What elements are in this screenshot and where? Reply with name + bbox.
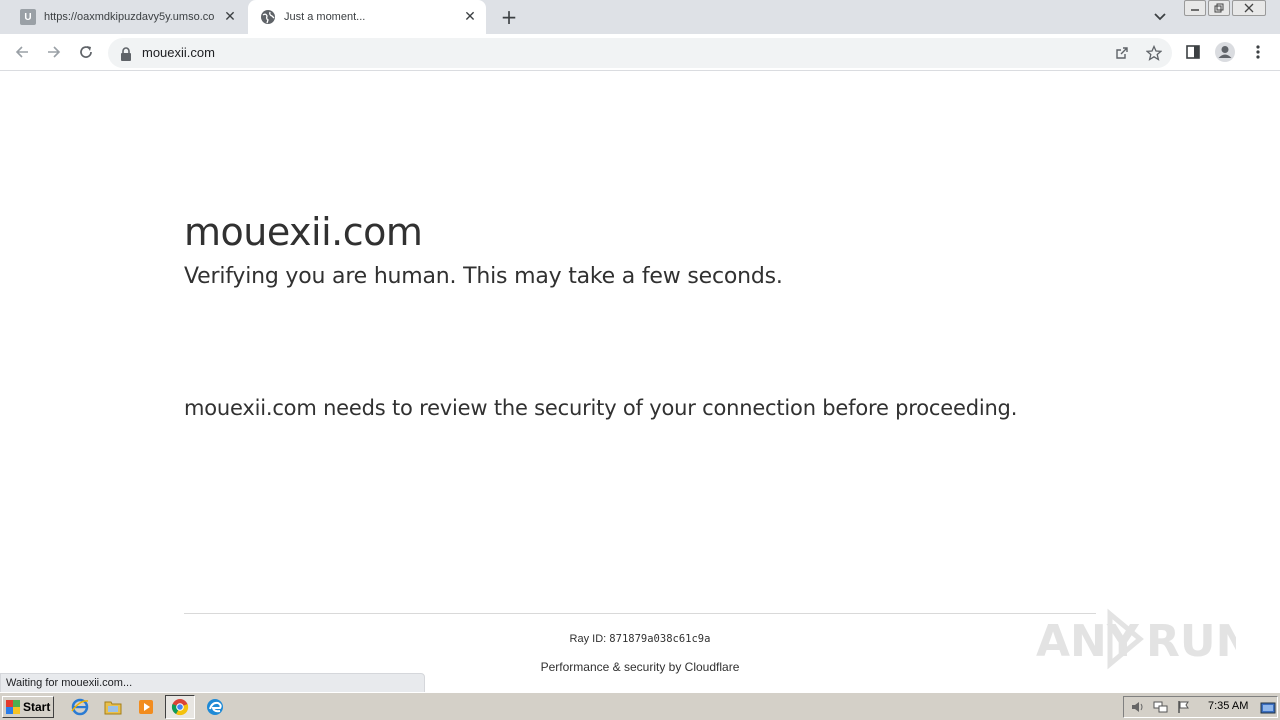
system-tray: [1123, 696, 1278, 718]
ray-id-value: 871879a038c61c9a: [609, 633, 711, 645]
tab-just-a-moment[interactable]: Just a moment... ✕: [248, 0, 486, 34]
close-tab-icon[interactable]: ✕: [460, 7, 480, 27]
action-center-flag-icon[interactable]: [1175, 699, 1193, 715]
page-content: mouexii.com Verifying you are human. Thi…: [0, 72, 1280, 693]
start-label: Start: [23, 700, 51, 714]
tab-strip: U https://oaxmdkipuzdavy5y.umso.co ✕ Jus…: [0, 0, 1280, 34]
minimize-icon[interactable]: [1184, 0, 1206, 16]
footer-divider: [184, 613, 1096, 614]
browser-toolbar: mouexii.com: [0, 34, 1280, 71]
restore-icon[interactable]: [1208, 0, 1230, 16]
tab-favicon: U: [20, 9, 36, 25]
internet-explorer-icon[interactable]: [70, 697, 90, 717]
taskbar: Start 7:35 AM: [0, 692, 1280, 720]
verifying-message: Verifying you are human. This may take a…: [184, 264, 783, 289]
clock: 7:35 AM: [1208, 700, 1249, 712]
forward-button[interactable]: [42, 40, 66, 64]
profile-avatar-icon[interactable]: [1214, 41, 1236, 63]
start-button[interactable]: Start: [2, 696, 54, 718]
address-bar[interactable]: mouexii.com: [108, 38, 1172, 68]
status-bubble: Waiting for mouexii.com...: [0, 673, 425, 693]
tab-umso[interactable]: U https://oaxmdkipuzdavy5y.umso.co ✕: [8, 0, 246, 34]
tab-title: https://oaxmdkipuzdavy5y.umso.co: [44, 11, 215, 23]
show-desktop-icon[interactable]: [1258, 698, 1278, 718]
share-icon[interactable]: [1112, 43, 1132, 63]
menu-kebab-icon[interactable]: [1247, 41, 1269, 63]
page-title: mouexii.com: [184, 210, 423, 254]
new-tab-button[interactable]: +: [497, 5, 521, 29]
security-review-message: mouexii.com needs to review the security…: [184, 396, 1018, 420]
volume-icon[interactable]: [1129, 699, 1147, 715]
globe-icon: [260, 9, 276, 25]
close-tab-icon[interactable]: ✕: [220, 7, 240, 27]
ray-id-label: Ray ID:: [569, 633, 607, 645]
window-controls: [1182, 0, 1266, 18]
file-explorer-icon[interactable]: [103, 697, 123, 717]
bookmark-star-icon[interactable]: [1144, 43, 1164, 63]
tab-search-chevron-icon[interactable]: [1150, 7, 1170, 27]
windows-logo-icon: [6, 700, 20, 714]
url-text: mouexii.com: [142, 45, 215, 60]
lock-icon: [120, 46, 132, 61]
media-player-icon[interactable]: [136, 697, 156, 717]
side-panel-icon[interactable]: [1182, 41, 1204, 63]
edge-icon[interactable]: [205, 697, 225, 717]
network-icon[interactable]: [1152, 699, 1170, 715]
anyrun-watermark-logo: ANY RUN: [1036, 608, 1252, 670]
chrome-taskbar-icon[interactable]: [165, 695, 195, 719]
svg-text:RUN: RUN: [1146, 616, 1236, 667]
close-window-icon[interactable]: [1232, 0, 1266, 16]
reload-button[interactable]: [74, 40, 98, 64]
back-button[interactable]: [10, 40, 34, 64]
tab-title: Just a moment...: [284, 11, 366, 23]
